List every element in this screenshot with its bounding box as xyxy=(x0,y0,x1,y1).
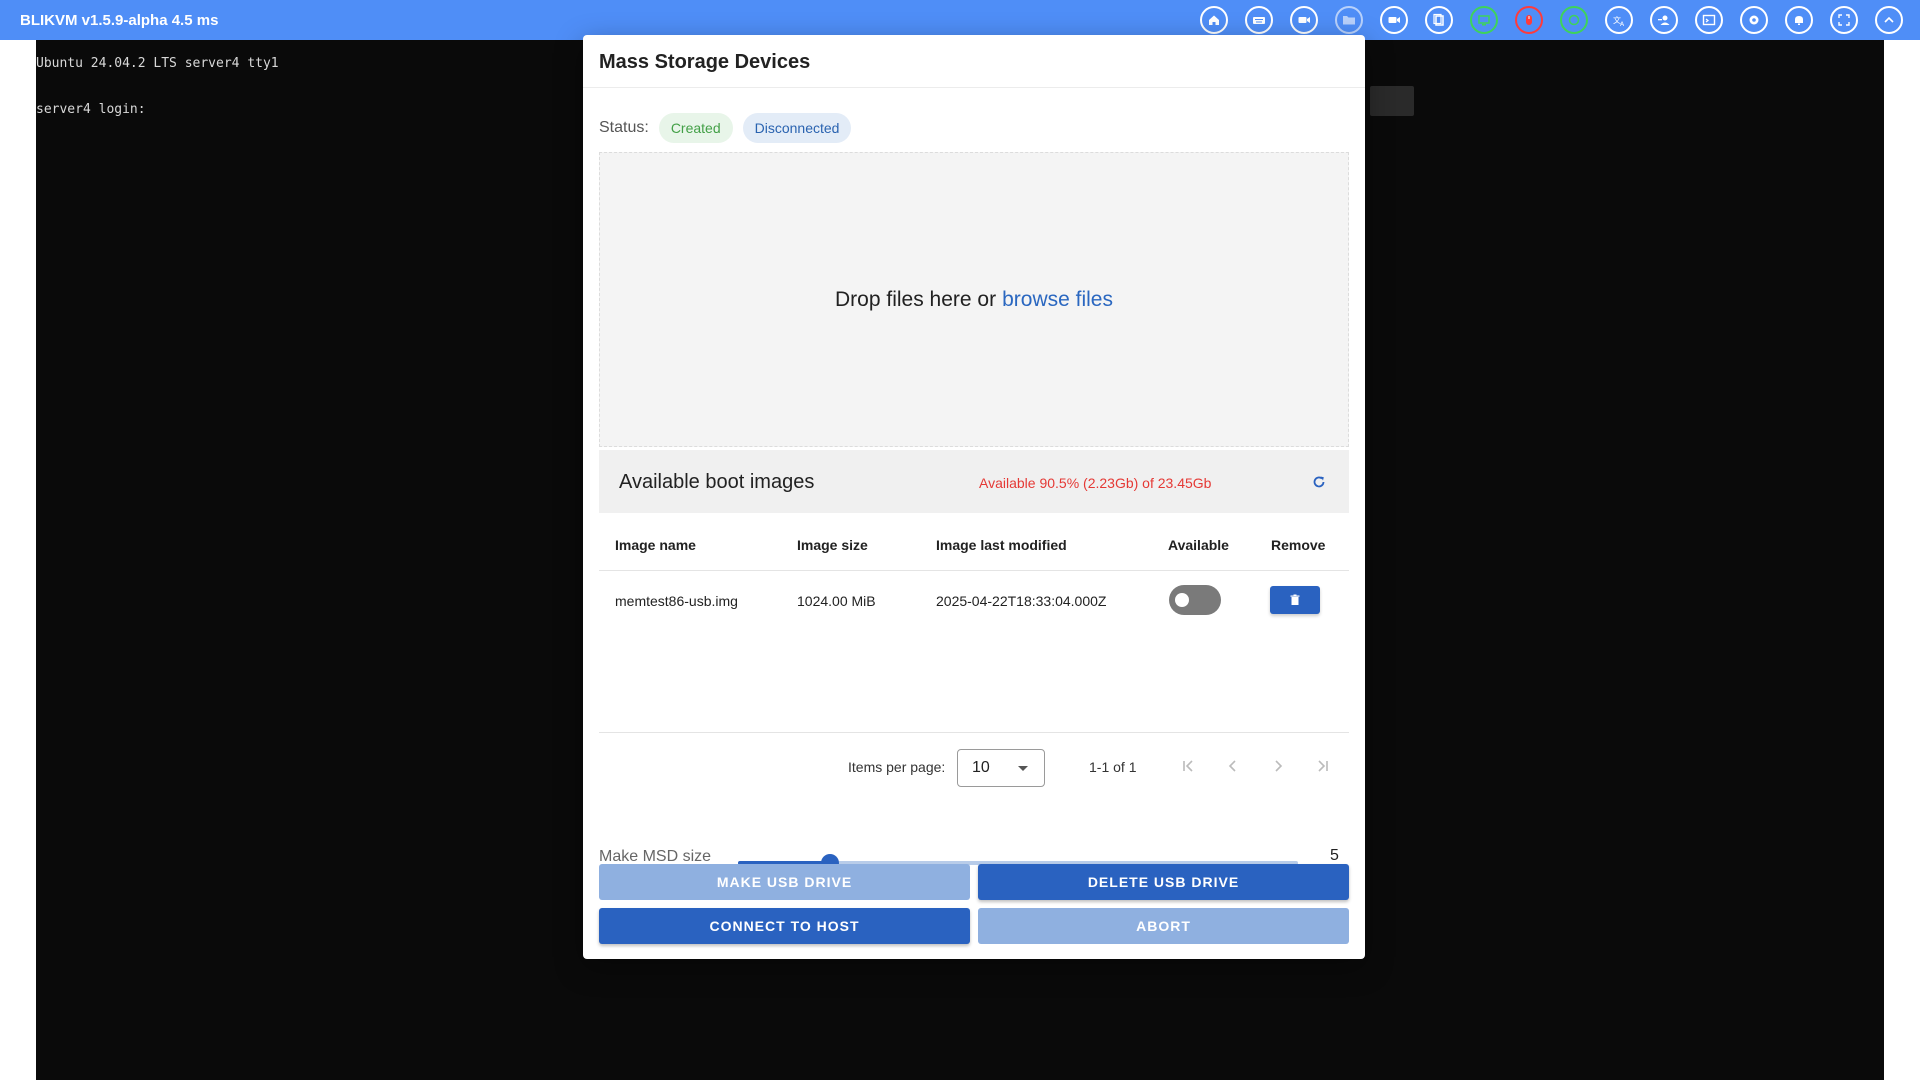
first-page-icon[interactable] xyxy=(1179,757,1197,775)
items-per-page-value: 10 xyxy=(972,759,990,776)
terminal-line: server4 login: xyxy=(36,102,146,117)
status-created-chip: Created xyxy=(658,113,733,143)
table-row: memtest86-usb.img 1024.00 MiB 2025-04-22… xyxy=(599,575,1349,635)
status-connection-chip: Disconnected xyxy=(742,113,852,143)
abort-button[interactable]: ABORT xyxy=(978,908,1349,944)
network-status-icon[interactable] xyxy=(1560,6,1588,34)
settings-icon[interactable] xyxy=(1740,6,1768,34)
make-usb-drive-button[interactable]: MAKE USB DRIVE xyxy=(599,864,970,900)
folder-icon[interactable] xyxy=(1335,6,1363,34)
col-image-modified[interactable]: Image last modified xyxy=(936,537,1067,553)
available-toggle[interactable] xyxy=(1169,585,1221,615)
col-remove[interactable]: Remove xyxy=(1271,537,1325,553)
table-header: Image name Image size Image last modifie… xyxy=(599,525,1349,565)
previous-page-icon[interactable] xyxy=(1224,757,1242,775)
language-icon[interactable]: 文A xyxy=(1605,6,1633,34)
video-record-icon[interactable] xyxy=(1290,6,1318,34)
keyboard-icon[interactable] xyxy=(1245,6,1273,34)
mass-storage-dialog: Mass Storage Devices Status: Created Dis… xyxy=(583,35,1365,959)
app-title: BLIKVM v1.5.9-alpha 4.5 ms xyxy=(20,11,219,29)
dropzone-text: Drop files here or xyxy=(835,287,997,311)
copy-icon[interactable] xyxy=(1425,6,1453,34)
top-bar: BLIKVM v1.5.9-alpha 4.5 ms 文A xyxy=(0,0,1920,40)
notifications-icon[interactable] xyxy=(1785,6,1813,34)
last-page-icon[interactable] xyxy=(1314,757,1332,775)
storage-available-text: Available 90.5% (2.23Gb) of 23.45Gb xyxy=(979,475,1212,491)
chevron-down-icon xyxy=(1018,766,1028,771)
items-per-page-label: Items per page: xyxy=(848,759,946,775)
items-per-page-select[interactable]: 10 xyxy=(957,749,1045,787)
status-row: Status: Created Disconnected xyxy=(599,113,852,143)
pagination: Items per page: 10 1-1 of 1 xyxy=(599,741,1349,791)
toggle-knob xyxy=(1175,593,1189,607)
file-dropzone[interactable]: Drop files here or browse files xyxy=(599,152,1349,447)
next-page-icon[interactable] xyxy=(1269,757,1287,775)
divider xyxy=(583,87,1365,88)
refresh-icon[interactable] xyxy=(1311,474,1327,490)
divider xyxy=(599,732,1349,733)
connect-to-host-button[interactable]: CONNECT TO HOST xyxy=(599,908,970,944)
image-size-cell: 1024.00 MiB xyxy=(797,593,876,609)
toolbar-icons: 文A xyxy=(1200,6,1903,34)
home-icon[interactable] xyxy=(1200,6,1228,34)
svg-text:A: A xyxy=(1620,21,1625,28)
browse-files-link[interactable]: browse files xyxy=(1002,288,1113,312)
terminal-overlay-handle[interactable] xyxy=(1370,86,1414,116)
camera-icon[interactable] xyxy=(1380,6,1408,34)
image-modified-cell: 2025-04-22T18:33:04.000Z xyxy=(936,593,1107,609)
monitor-status-icon[interactable] xyxy=(1470,6,1498,34)
remove-image-button[interactable] xyxy=(1270,586,1320,614)
divider xyxy=(599,570,1349,571)
trash-icon xyxy=(1290,594,1300,605)
col-image-size[interactable]: Image size xyxy=(797,537,868,553)
dialog-title: Mass Storage Devices xyxy=(599,51,811,73)
delete-usb-drive-button[interactable]: DELETE USB DRIVE xyxy=(978,864,1349,900)
col-image-name[interactable]: Image name xyxy=(615,537,696,553)
boot-images-header: Available boot images Available 90.5% (2… xyxy=(599,450,1349,513)
users-icon[interactable] xyxy=(1650,6,1678,34)
mouse-icon[interactable] xyxy=(1515,6,1543,34)
fullscreen-icon[interactable] xyxy=(1830,6,1858,34)
boot-images-title: Available boot images xyxy=(619,471,815,493)
col-available[interactable]: Available xyxy=(1168,537,1229,553)
status-label: Status: xyxy=(599,119,649,136)
terminal-line: Ubuntu 24.04.2 LTS server4 tty1 xyxy=(36,56,279,71)
terminal-icon[interactable] xyxy=(1695,6,1723,34)
image-name-cell: memtest86-usb.img xyxy=(615,593,738,609)
collapse-icon[interactable] xyxy=(1875,6,1903,34)
pagination-range: 1-1 of 1 xyxy=(1089,759,1137,775)
msd-size-value: 5 xyxy=(1330,847,1339,864)
